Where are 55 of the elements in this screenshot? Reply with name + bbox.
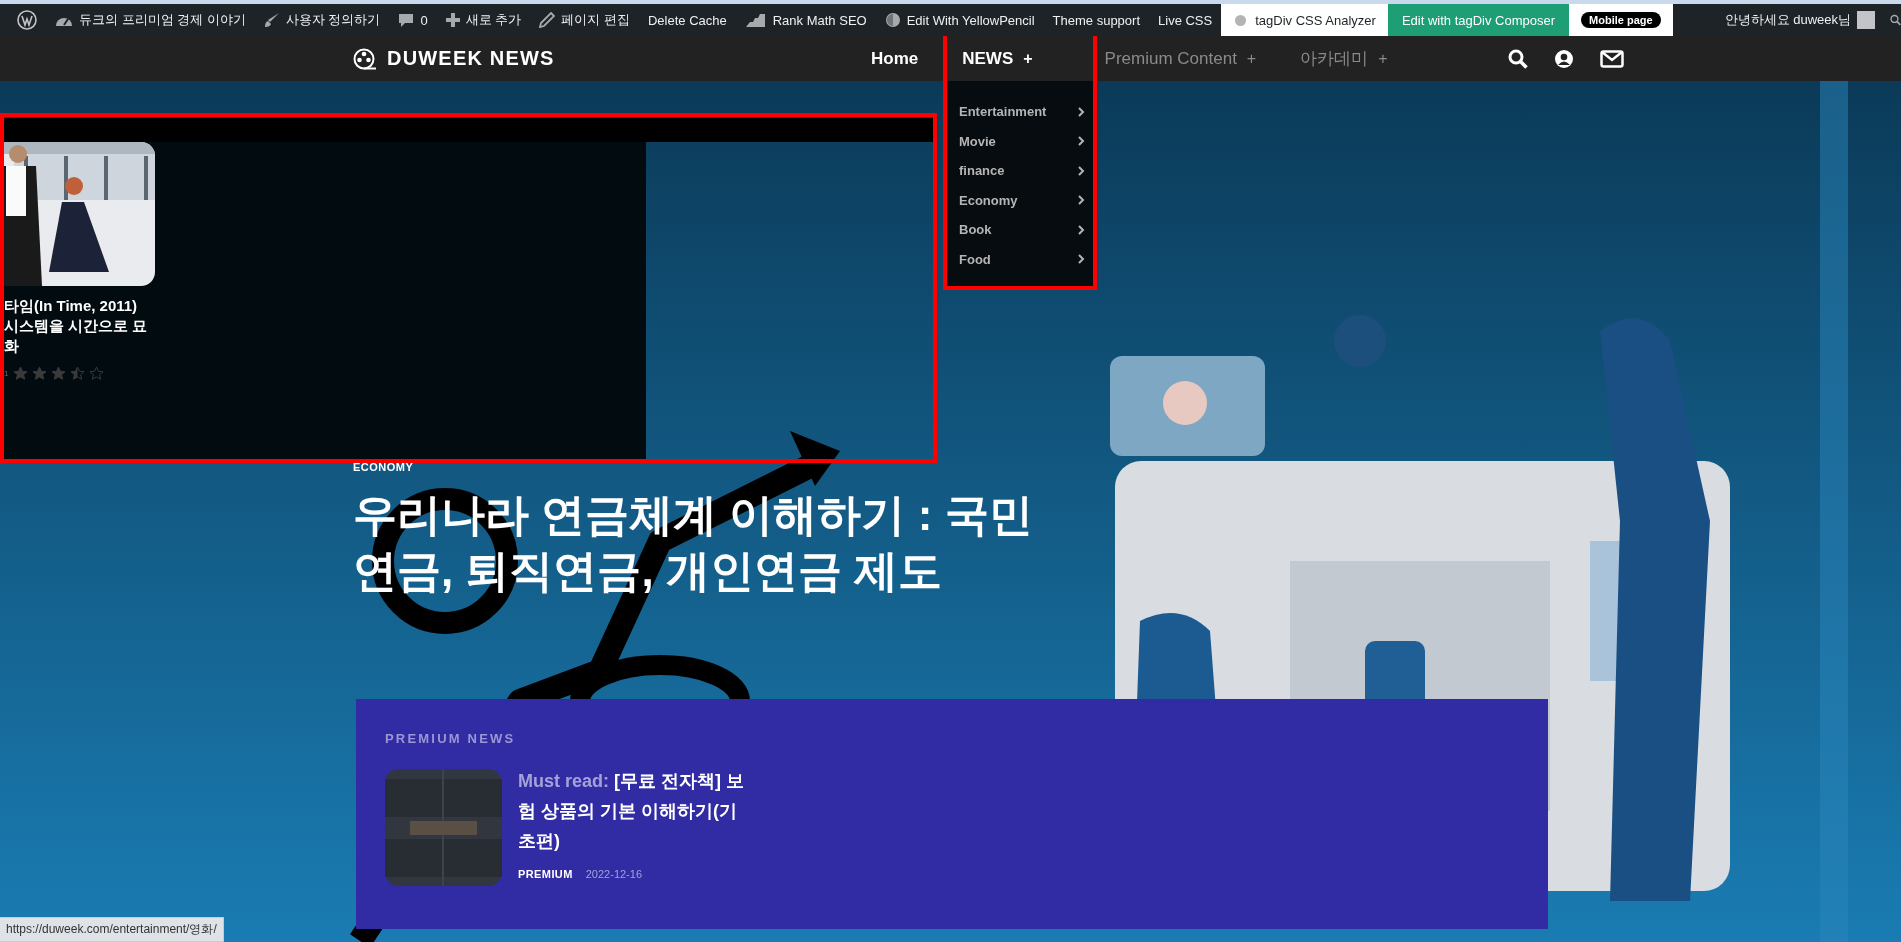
nav-menu-item[interactable]: 아카데미 + — [1300, 47, 1388, 70]
dropdown-menu-item[interactable]: Movie — [947, 126, 1093, 156]
chevron-icon — [1078, 165, 1085, 176]
comment-count[interactable]: 0 — [420, 12, 428, 28]
theme-support-link[interactable]: Theme support — [1052, 12, 1140, 28]
live-css-link[interactable]: Live CSS — [1158, 12, 1213, 28]
category-label[interactable]: PREMIUM — [518, 868, 573, 880]
circle-icon[interactable] — [884, 12, 901, 28]
chevron-icon — [1078, 136, 1085, 147]
new-item-link[interactable]: 새로 추가 — [465, 11, 522, 29]
css-analyzer-button[interactable]: tagDiv CSS Analyzer — [1221, 4, 1388, 36]
edit-page-link[interactable]: 페이지 편집 — [561, 11, 630, 29]
post-title-link[interactable]: Must read: [무료 전자책] 보험 상품의 기본 이해하기(기초편) — [518, 766, 750, 856]
chevron-icon — [1078, 224, 1085, 235]
brush-icon[interactable] — [263, 12, 280, 28]
mobile-page-button[interactable]: Mobile page — [1581, 12, 1661, 28]
site-logo[interactable]: DUWEEK NEWS — [387, 47, 555, 70]
movie-title-link[interactable]: 타임(In Time, 2011) 시스템을 시간으로 묘화 — [4, 296, 155, 356]
dropdown-menu-item[interactable]: Economy — [947, 185, 1093, 215]
nav-menu-item[interactable]: Premium Content + — [1104, 48, 1257, 69]
star-icon — [13, 366, 29, 381]
post-date: 2022-12-16 — [585, 868, 643, 880]
rank-math-link[interactable]: Rank Math SEO — [772, 12, 867, 28]
customize-link[interactable]: 사용자 정의하기 — [285, 11, 381, 29]
star-icon — [89, 366, 105, 381]
nav-menu-item[interactable]: NEWS + — [962, 48, 1033, 69]
user-icon[interactable] — [1553, 48, 1574, 69]
chevron-icon — [1078, 195, 1085, 206]
star-icon — [70, 366, 86, 381]
style-editor-link[interactable]: Edit With YellowPencil — [906, 12, 1035, 28]
dropdown-menu-item[interactable]: Food — [947, 244, 1093, 274]
status-dot-icon — [1235, 14, 1247, 26]
star-icon — [51, 366, 67, 381]
rating-count: 1 — [4, 369, 9, 378]
delete-cache-link[interactable]: Delete Cache — [647, 12, 727, 28]
search-icon[interactable] — [1507, 48, 1528, 69]
dropdown-menu-item[interactable]: finance — [947, 156, 1093, 186]
plus-icon[interactable] — [445, 13, 460, 27]
section-heading: PREMIUM NEWS — [385, 731, 516, 746]
chevron-icon — [1078, 254, 1085, 265]
dropdown-menu-item[interactable]: Entertainment — [947, 97, 1093, 127]
film-reel-icon[interactable] — [353, 47, 377, 70]
greeting-link[interactable]: 안녕하세요 duweek님 — [1724, 11, 1851, 29]
star-icon — [32, 366, 48, 381]
chevron-icon — [1078, 106, 1085, 117]
nav-menu-item[interactable]: Home — [871, 48, 919, 69]
status-url: https://duweek.com/entertainment/영화/ — [0, 917, 224, 942]
mail-icon[interactable] — [1599, 49, 1624, 68]
pencil-icon[interactable] — [539, 12, 556, 28]
wordpress-logo-icon[interactable] — [17, 10, 37, 30]
category-label[interactable]: ECONOMY — [353, 461, 414, 473]
chart-icon[interactable] — [744, 12, 767, 28]
dropdown-menu-item[interactable]: Book — [947, 215, 1093, 245]
site-name-link[interactable]: 듀크의 프리미엄 경제 이야기 — [79, 11, 246, 29]
comment-icon[interactable] — [398, 12, 415, 28]
